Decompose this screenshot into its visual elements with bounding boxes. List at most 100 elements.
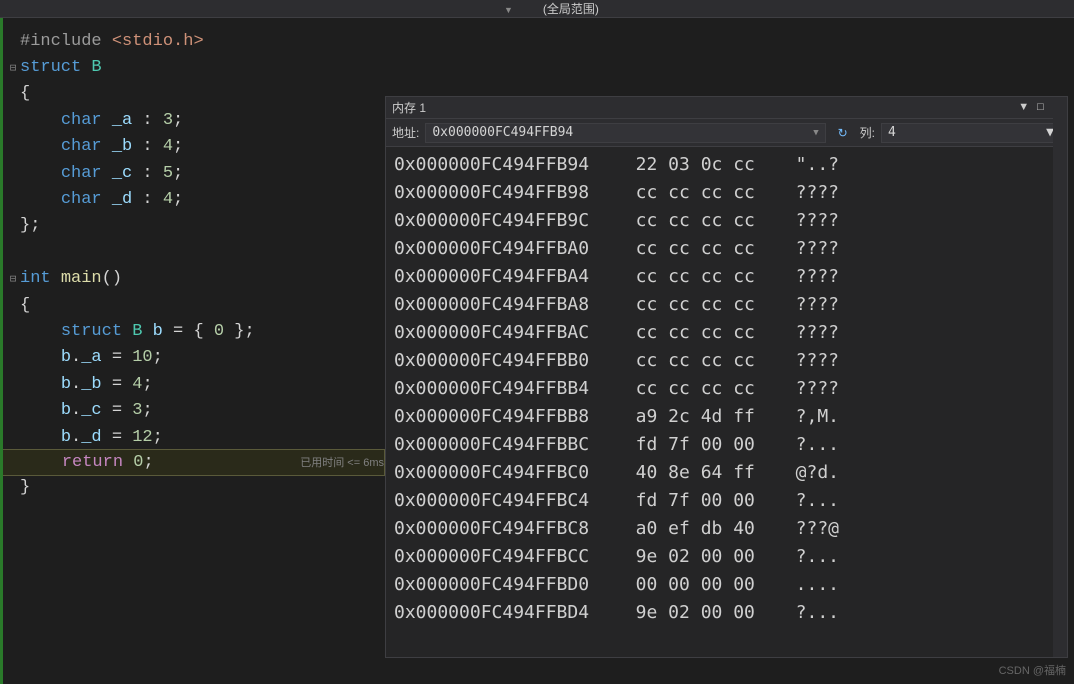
memory-address: 0x000000FC494FFBC8: [394, 515, 614, 543]
memory-hex: cc cc cc cc: [614, 375, 774, 403]
memory-address: 0x000000FC494FFBAC: [394, 319, 614, 347]
code-text: char _c : 5;: [20, 164, 385, 183]
memory-hex: 9e 02 00 00: [614, 543, 774, 571]
scope-dropdown[interactable]: ▼: [500, 2, 513, 16]
memory-row[interactable]: 0x000000FC494FFBA4 cc cc cc cc ????: [394, 263, 1059, 291]
memory-address: 0x000000FC494FFB9C: [394, 207, 614, 235]
memory-row[interactable]: 0x000000FC494FFB9C cc cc cc cc ????: [394, 207, 1059, 235]
memory-address: 0x000000FC494FFBB4: [394, 375, 614, 403]
code-line[interactable]: char _b : 4;: [0, 134, 385, 160]
memory-header[interactable]: 内存 1 ▼ □ ✕: [386, 97, 1067, 119]
memory-ascii: ?...: [774, 599, 839, 627]
memory-hex: cc cc cc cc: [614, 319, 774, 347]
memory-hex: 22 03 0c cc: [614, 151, 774, 179]
memory-address: 0x000000FC494FFBC0: [394, 459, 614, 487]
address-input[interactable]: 0x000000FC494FFB94 ▼: [425, 123, 825, 143]
code-text: b._c = 3;: [20, 401, 385, 420]
memory-row[interactable]: 0x000000FC494FFBAC cc cc cc cc ????: [394, 319, 1059, 347]
chevron-down-icon[interactable]: ▼: [813, 128, 818, 138]
code-text: return 0;: [21, 453, 290, 472]
memory-row[interactable]: 0x000000FC494FFBC8 a0 ef db 40 ???@: [394, 515, 1059, 543]
memory-row[interactable]: 0x000000FC494FFBD4 9e 02 00 00 ?...: [394, 599, 1059, 627]
memory-row[interactable]: 0x000000FC494FFB98 cc cc cc cc ????: [394, 179, 1059, 207]
code-line[interactable]: char _c : 5;: [0, 160, 385, 186]
code-editor[interactable]: #include <stdio.h>⊟struct B{ char _a : 3…: [0, 18, 385, 684]
code-text: };: [20, 216, 385, 235]
code-line[interactable]: b._b = 4;: [0, 371, 385, 397]
code-line[interactable]: {: [0, 292, 385, 318]
code-line[interactable]: };: [0, 213, 385, 239]
memory-row[interactable]: 0x000000FC494FFBB8 a9 2c 4d ff ?,M.: [394, 403, 1059, 431]
code-text: struct B b = { 0 };: [20, 322, 385, 341]
memory-address: 0x000000FC494FFB98: [394, 179, 614, 207]
code-line[interactable]: b._a = 10;: [0, 345, 385, 371]
code-text: #include <stdio.h>: [20, 32, 385, 51]
code-line[interactable]: ⊟struct B: [0, 54, 385, 80]
dropdown-icon[interactable]: ▼: [1018, 101, 1029, 114]
code-text: {: [20, 296, 385, 315]
fold-icon[interactable]: ⊟: [6, 272, 20, 286]
maximize-icon[interactable]: □: [1037, 101, 1044, 114]
code-line[interactable]: b._d = 12;: [0, 424, 385, 450]
perf-hint: 已用时间 <= 6ms: [300, 454, 384, 470]
memory-hex: 40 8e 64 ff: [614, 459, 774, 487]
memory-ascii: ????: [774, 207, 839, 235]
code-text: b._d = 12;: [20, 428, 385, 447]
code-line[interactable]: [0, 239, 385, 265]
memory-address: 0x000000FC494FFBB0: [394, 347, 614, 375]
code-line[interactable]: struct B b = { 0 };: [0, 318, 385, 344]
code-line[interactable]: return 0; 已用时间 <= 6ms: [0, 449, 385, 475]
memory-hex: cc cc cc cc: [614, 263, 774, 291]
memory-row[interactable]: 0x000000FC494FFBBC fd 7f 00 00 ?...: [394, 431, 1059, 459]
memory-ascii: ????: [774, 375, 839, 403]
memory-hex: a9 2c 4d ff: [614, 403, 774, 431]
scope-text[interactable]: (全局范围): [543, 0, 599, 17]
code-text: char _d : 4;: [20, 190, 385, 209]
memory-address: 0x000000FC494FFBC4: [394, 487, 614, 515]
code-line[interactable]: b._c = 3;: [0, 397, 385, 423]
memory-row[interactable]: 0x000000FC494FFBD0 00 00 00 00 ....: [394, 571, 1059, 599]
code-text: b._b = 4;: [20, 375, 385, 394]
memory-ascii: ????: [774, 235, 839, 263]
refresh-icon[interactable]: ↻: [832, 123, 854, 143]
scrollbar[interactable]: [1053, 147, 1067, 657]
memory-row[interactable]: 0x000000FC494FFBA8 cc cc cc cc ????: [394, 291, 1059, 319]
code-line[interactable]: char _d : 4;: [0, 186, 385, 212]
memory-address: 0x000000FC494FFBA8: [394, 291, 614, 319]
memory-address: 0x000000FC494FFBD0: [394, 571, 614, 599]
memory-ascii: ????: [774, 179, 839, 207]
memory-ascii: ?...: [774, 543, 839, 571]
memory-row[interactable]: 0x000000FC494FFBC4 fd 7f 00 00 ?...: [394, 487, 1059, 515]
memory-address: 0x000000FC494FFBA4: [394, 263, 614, 291]
code-text: b._a = 10;: [20, 348, 385, 367]
code-line[interactable]: #include <stdio.h>: [0, 28, 385, 54]
code-line[interactable]: ⊟int main(): [0, 266, 385, 292]
memory-ascii: ....: [774, 571, 839, 599]
memory-row[interactable]: 0x000000FC494FFB94 22 03 0c cc "..?: [394, 151, 1059, 179]
memory-row[interactable]: 0x000000FC494FFBC0 40 8e 64 ff @?d.: [394, 459, 1059, 487]
address-label: 地址:: [392, 124, 419, 141]
columns-label: 列:: [860, 124, 875, 141]
watermark: CSDN @福楠: [999, 662, 1066, 678]
memory-body[interactable]: 0x000000FC494FFB94 22 03 0c cc "..?0x000…: [386, 147, 1067, 657]
memory-row[interactable]: 0x000000FC494FFBB4 cc cc cc cc ????: [394, 375, 1059, 403]
memory-title: 内存 1: [392, 99, 1018, 116]
memory-hex: cc cc cc cc: [614, 235, 774, 263]
memory-hex: cc cc cc cc: [614, 207, 774, 235]
columns-input[interactable]: 4 ▼: [881, 123, 1061, 143]
code-text: char _b : 4;: [20, 137, 385, 156]
memory-ascii: ???@: [774, 515, 839, 543]
memory-toolbar: 地址: 0x000000FC494FFB94 ▼ ↻ 列: 4 ▼: [386, 119, 1067, 147]
memory-address: 0x000000FC494FFBD4: [394, 599, 614, 627]
code-text: char _a : 3;: [20, 111, 385, 130]
fold-icon[interactable]: ⊟: [6, 61, 20, 75]
memory-ascii: ????: [774, 347, 839, 375]
memory-ascii: ????: [774, 263, 839, 291]
code-line[interactable]: char _a : 3;: [0, 107, 385, 133]
code-line[interactable]: {: [0, 81, 385, 107]
memory-hex: fd 7f 00 00: [614, 431, 774, 459]
memory-row[interactable]: 0x000000FC494FFBCC 9e 02 00 00 ?...: [394, 543, 1059, 571]
code-line[interactable]: }: [0, 475, 385, 501]
memory-row[interactable]: 0x000000FC494FFBB0 cc cc cc cc ????: [394, 347, 1059, 375]
memory-row[interactable]: 0x000000FC494FFBA0 cc cc cc cc ????: [394, 235, 1059, 263]
